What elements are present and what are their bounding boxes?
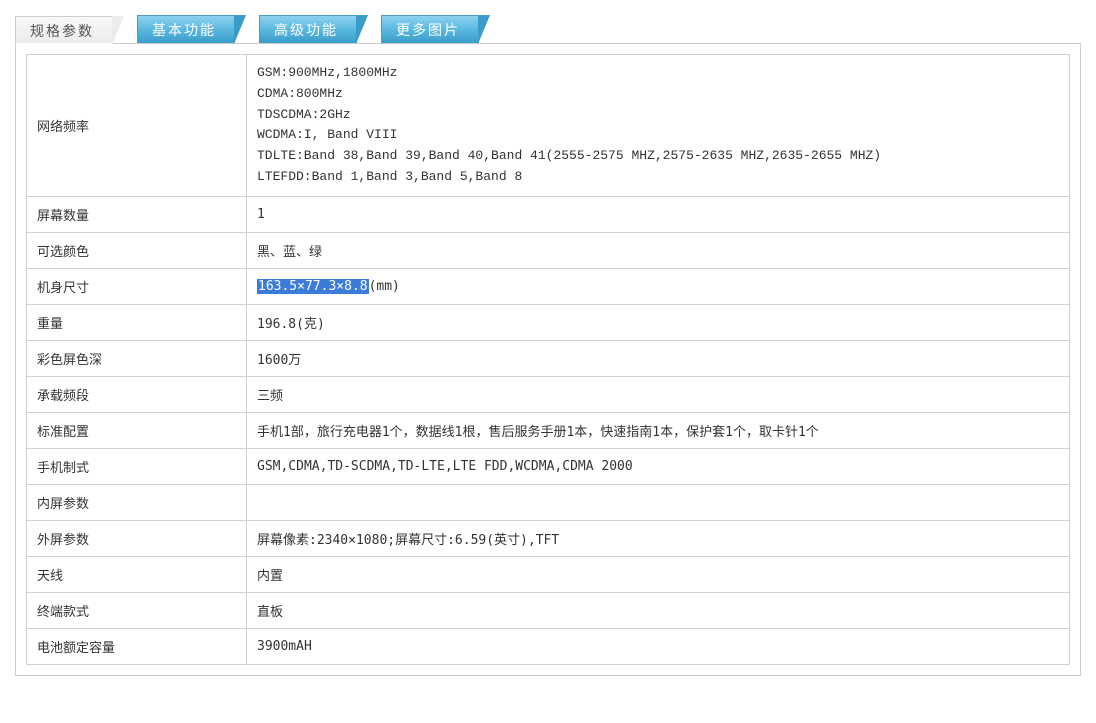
table-row: 屏幕数量 1 [27, 196, 1070, 232]
row-label-battery: 电池额定容量 [27, 628, 247, 664]
table-row: 电池额定容量 3900mAH [27, 628, 1070, 664]
table-row: 内屏参数 [27, 484, 1070, 520]
content-box: 网络频率 GSM:900MHz,1800MHz CDMA:800MHz TDSC… [15, 43, 1081, 676]
row-value-color-depth: 1600万 [247, 340, 1070, 376]
tab-spec[interactable]: 规格参数 [15, 16, 113, 44]
row-value-inner-screen [247, 484, 1070, 520]
row-value-antenna: 内置 [247, 556, 1070, 592]
row-label-weight: 重量 [27, 304, 247, 340]
tab-basic[interactable]: 基本功能 [137, 15, 235, 43]
network-freq-lines: GSM:900MHz,1800MHz CDMA:800MHz TDSCDMA:2… [257, 63, 1059, 188]
row-value-screen-count: 1 [247, 196, 1070, 232]
table-row: 彩色屏色深 1600万 [27, 340, 1070, 376]
row-label-inner-screen: 内屏参数 [27, 484, 247, 520]
tab-more-images[interactable]: 更多图片 [381, 15, 479, 43]
table-row: 外屏参数 屏幕像素:2340×1080;屏幕尺寸:6.59(英寸),TFT [27, 520, 1070, 556]
row-value-phone-standard: GSM,CDMA,TD-SCDMA,TD-LTE,LTE FDD,WCDMA,C… [247, 448, 1070, 484]
row-label-network-freq: 网络频率 [27, 55, 247, 197]
body-size-suffix: (mm) [369, 279, 400, 294]
tab-row: 规格参数 基本功能 高级功能 更多图片 [15, 15, 1081, 43]
spec-table: 网络频率 GSM:900MHz,1800MHz CDMA:800MHz TDSC… [26, 54, 1070, 665]
row-value-colors: 黑、蓝、绿 [247, 232, 1070, 268]
row-label-color-depth: 彩色屏色深 [27, 340, 247, 376]
row-label-terminal-style: 终端款式 [27, 592, 247, 628]
row-label-colors: 可选颜色 [27, 232, 247, 268]
row-label-screen-count: 屏幕数量 [27, 196, 247, 232]
row-value-network-freq: GSM:900MHz,1800MHz CDMA:800MHz TDSCDMA:2… [247, 55, 1070, 197]
table-row: 终端款式 直板 [27, 592, 1070, 628]
table-row: 重量 196.8(克) [27, 304, 1070, 340]
row-value-standard-config: 手机1部，旅行充电器1个，数据线1根，售后服务手册1本，快速指南1本，保护套1个… [247, 412, 1070, 448]
row-value-body-size: 163.5×77.3×8.8(mm) [247, 268, 1070, 304]
table-row: 可选颜色 黑、蓝、绿 [27, 232, 1070, 268]
row-label-outer-screen: 外屏参数 [27, 520, 247, 556]
table-row: 机身尺寸 163.5×77.3×8.8(mm) [27, 268, 1070, 304]
tab-advanced[interactable]: 高级功能 [259, 15, 357, 43]
row-label-antenna: 天线 [27, 556, 247, 592]
row-label-body-size: 机身尺寸 [27, 268, 247, 304]
row-value-outer-screen: 屏幕像素:2340×1080;屏幕尺寸:6.59(英寸),TFT [247, 520, 1070, 556]
page-wrapper: 规格参数 基本功能 高级功能 更多图片 网络频率 GSM:900MHz,1800… [0, 0, 1096, 691]
table-row: 承载频段 三频 [27, 376, 1070, 412]
table-row: 网络频率 GSM:900MHz,1800MHz CDMA:800MHz TDSC… [27, 55, 1070, 197]
row-label-standard-config: 标准配置 [27, 412, 247, 448]
row-label-phone-standard: 手机制式 [27, 448, 247, 484]
body-size-highlight: 163.5×77.3×8.8 [257, 279, 369, 294]
table-row: 标准配置 手机1部，旅行充电器1个，数据线1根，售后服务手册1本，快速指南1本，… [27, 412, 1070, 448]
table-row: 手机制式 GSM,CDMA,TD-SCDMA,TD-LTE,LTE FDD,WC… [27, 448, 1070, 484]
table-row: 天线 内置 [27, 556, 1070, 592]
row-value-carrier-band: 三频 [247, 376, 1070, 412]
row-value-weight: 196.8(克) [247, 304, 1070, 340]
row-value-battery: 3900mAH [247, 628, 1070, 664]
row-label-carrier-band: 承载频段 [27, 376, 247, 412]
row-value-terminal-style: 直板 [247, 592, 1070, 628]
